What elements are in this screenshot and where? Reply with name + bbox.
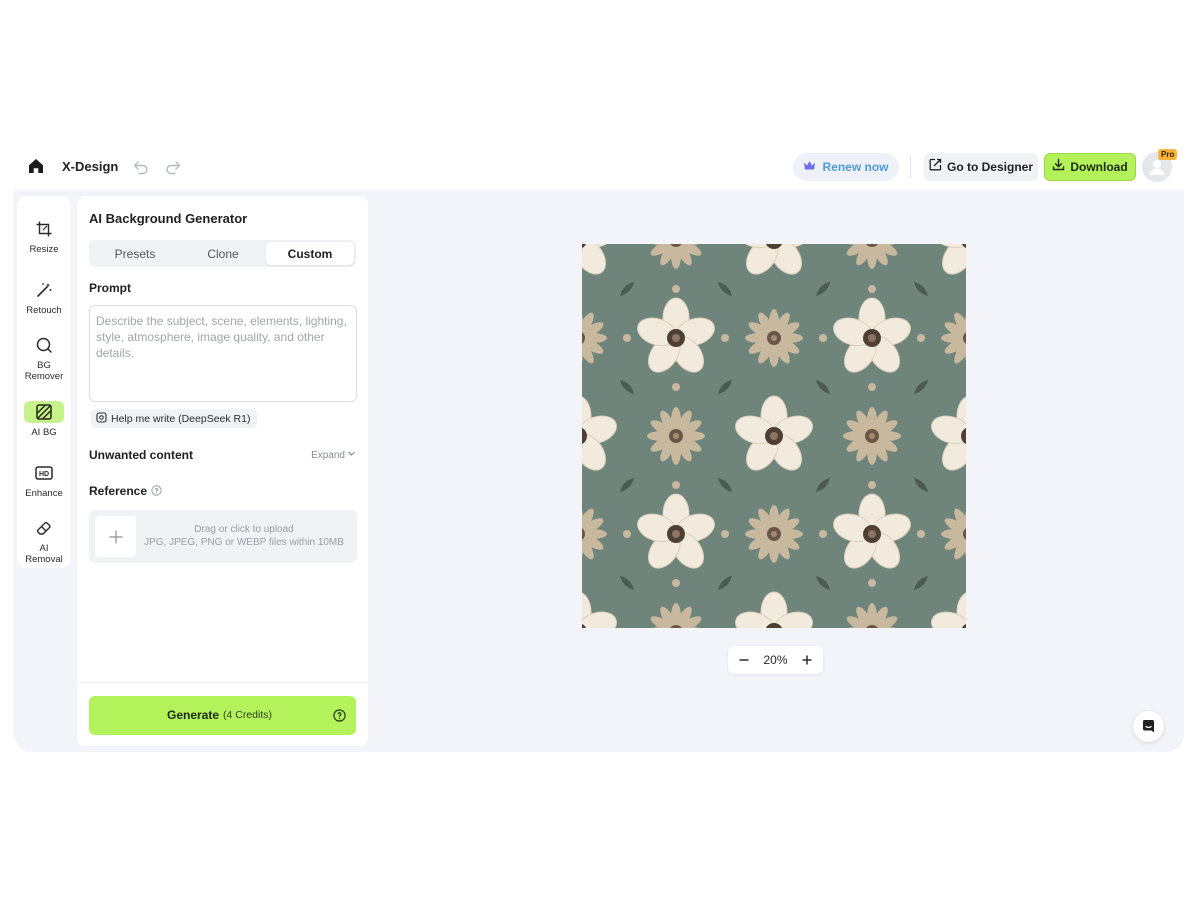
renew-label: Renew now: [822, 160, 889, 174]
info-icon[interactable]: [151, 485, 162, 496]
chat-icon: [1143, 720, 1154, 733]
hatched-square-icon: [24, 401, 64, 423]
tool-enhance[interactable]: HD Enhance: [21, 462, 67, 499]
canvas-image[interactable]: [582, 244, 970, 632]
help-me-write-label: Help me write (DeepSeek R1): [111, 412, 251, 425]
expand-label: Expand: [311, 449, 345, 461]
app-name: X-Design: [62, 159, 119, 174]
crown-icon: [803, 158, 816, 176]
top-bar: X-Design Renew now Go to Designer Downlo…: [14, 146, 1184, 190]
home-icon[interactable]: [26, 156, 46, 176]
reference-label: Reference: [89, 484, 148, 498]
upload-formats: JPG, JPEG, PNG or WEBP files within 10MB: [144, 537, 344, 548]
chevron-down-icon: [347, 449, 356, 461]
tool-ai-bg[interactable]: AI BG: [21, 401, 67, 438]
tool-label: AI Removal: [25, 543, 63, 565]
reference-heading: Reference: [89, 484, 162, 498]
download-label: Download: [1070, 160, 1128, 174]
external-edit-icon: [929, 158, 942, 176]
zoom-in-icon[interactable]: [799, 652, 815, 668]
tool-label: Resize: [29, 244, 59, 255]
tool-rail: Resize Retouch BG Remover AI BG HD Enhan…: [17, 196, 71, 568]
generate-credits: (4 Credits): [223, 709, 273, 721]
reference-upload-area[interactable]: Drag or click to upload JPG, JPEG, PNG o…: [89, 510, 357, 563]
svg-text:HD: HD: [39, 471, 49, 478]
help-me-write-button[interactable]: Help me write (DeepSeek R1): [91, 409, 258, 428]
tool-label: Retouch: [26, 305, 62, 316]
pro-badge: Pro: [1158, 149, 1178, 160]
tool-label: BG Remover: [24, 360, 64, 382]
floral-pattern-image: [582, 244, 966, 628]
tool-label: AI BG: [31, 427, 57, 438]
upload-instruction: Drag or click to upload: [194, 524, 294, 535]
go-to-designer-label: Go to Designer: [946, 160, 1033, 174]
tool-ai-removal[interactable]: AI Removal: [21, 517, 67, 565]
divider: [910, 156, 911, 178]
bg-remover-icon: [24, 334, 64, 356]
zoom-control: 20%: [728, 646, 823, 674]
tool-retouch[interactable]: Retouch: [21, 279, 67, 316]
help-icon[interactable]: [333, 709, 346, 722]
zoom-out-icon[interactable]: [736, 652, 752, 668]
prompt-input[interactable]: [89, 305, 357, 402]
panel-title: AI Background Generator: [89, 211, 248, 226]
generate-label: Generate: [167, 708, 220, 722]
tab-custom[interactable]: Custom: [266, 242, 354, 265]
renew-button[interactable]: Renew now: [793, 153, 899, 181]
divider: [77, 682, 368, 683]
tool-resize[interactable]: Resize: [21, 218, 67, 255]
download-icon: [1052, 158, 1065, 176]
generate-button[interactable]: Generate (4 Credits): [89, 696, 356, 735]
support-chat-button[interactable]: [1133, 711, 1164, 742]
go-to-designer-button[interactable]: Go to Designer: [924, 153, 1038, 181]
ai-background-panel: AI Background Generator Presets Clone Cu…: [77, 196, 368, 746]
plus-icon: [95, 516, 136, 557]
tab-presets[interactable]: Presets: [91, 242, 179, 265]
crop-icon: [24, 218, 64, 240]
tool-bg-remover[interactable]: BG Remover: [21, 334, 67, 382]
expand-button[interactable]: Expand: [311, 449, 356, 461]
tool-label: Enhance: [25, 488, 63, 499]
workspace: Resize Retouch BG Remover AI BG HD Enhan…: [14, 190, 1184, 752]
mode-tabs: Presets Clone Custom: [89, 240, 356, 267]
unwanted-content-label: Unwanted content: [89, 448, 193, 462]
download-button[interactable]: Download: [1044, 153, 1136, 181]
magic-wand-icon: [24, 279, 64, 301]
tab-clone[interactable]: Clone: [179, 242, 267, 265]
redo-icon[interactable]: [164, 158, 182, 176]
hd-icon: HD: [24, 462, 64, 484]
undo-icon[interactable]: [132, 158, 150, 176]
prompt-label: Prompt: [89, 281, 131, 295]
zoom-level: 20%: [763, 653, 788, 667]
sparkle-icon: [96, 410, 107, 428]
eraser-icon: [24, 517, 64, 539]
